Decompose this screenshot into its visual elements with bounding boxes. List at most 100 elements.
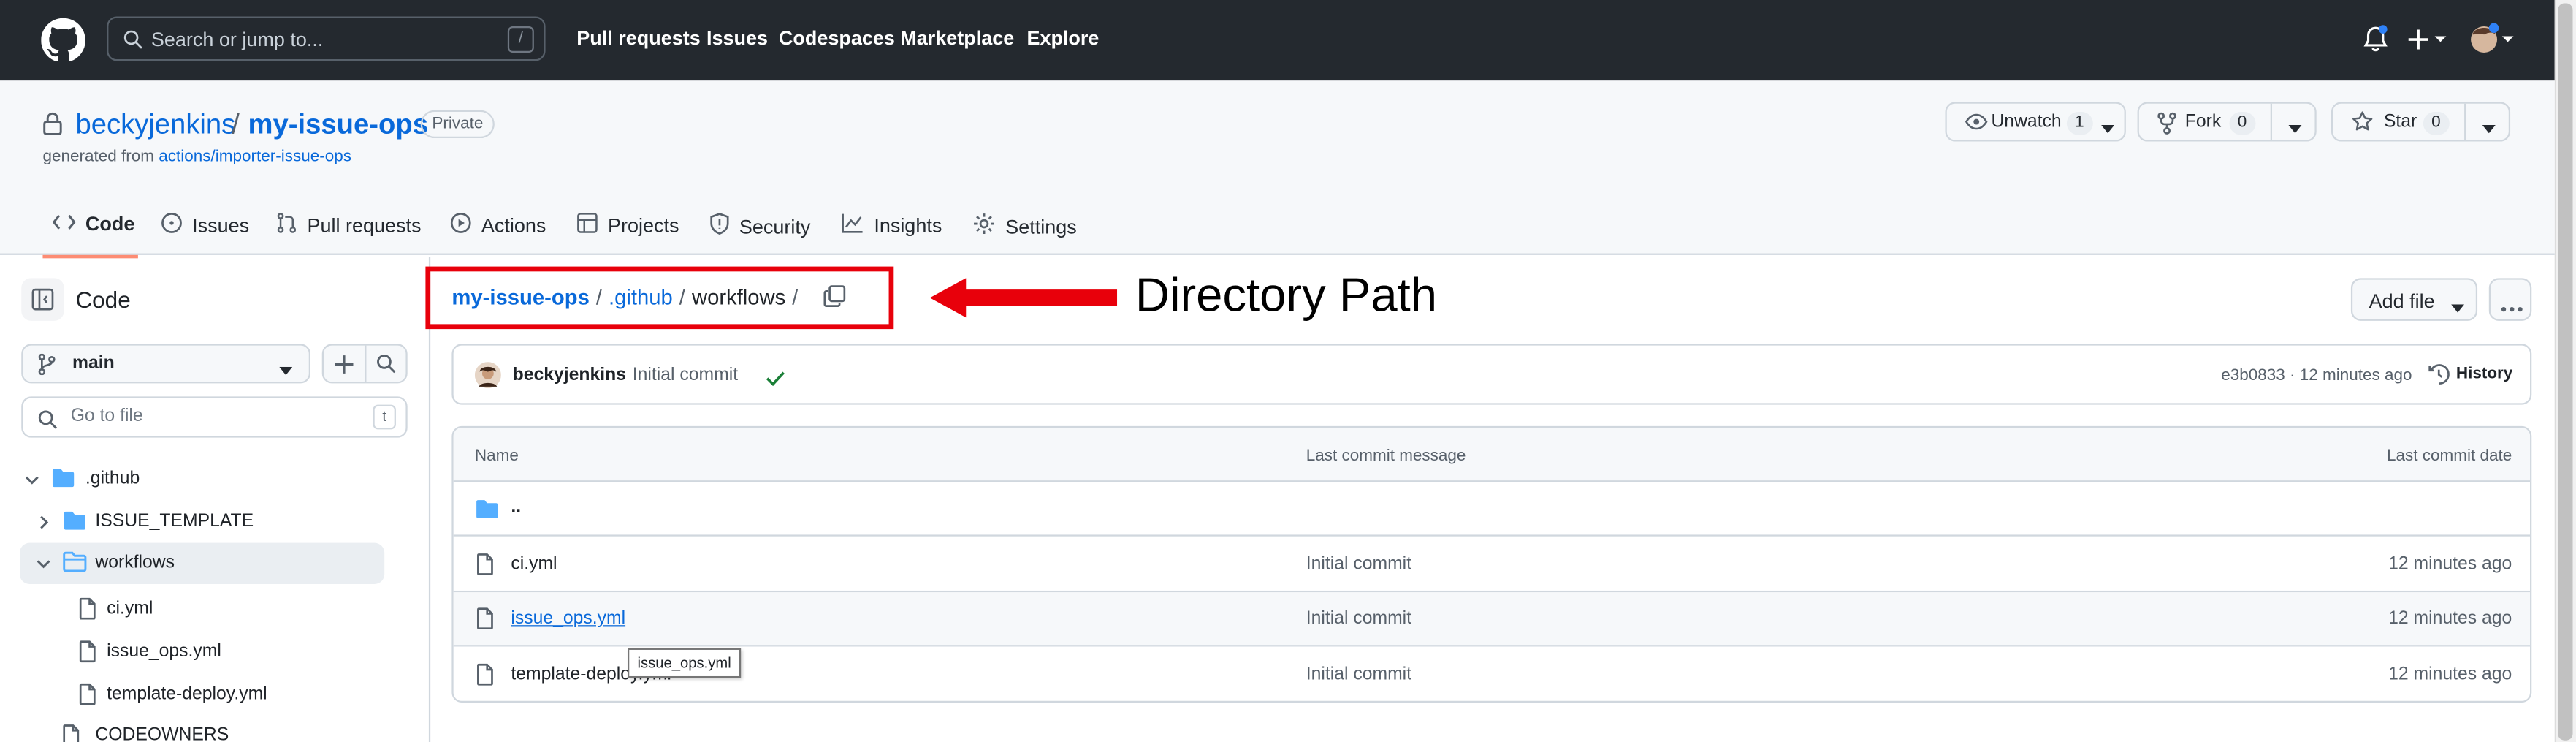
nav-issues[interactable]: Issues — [706, 26, 768, 50]
breadcrumb-github-link[interactable]: .github — [609, 284, 673, 309]
graph-icon — [841, 212, 864, 238]
unwatch-button[interactable]: Unwatch 1 — [1945, 102, 2126, 142]
user-avatar-menu[interactable] — [2468, 21, 2514, 58]
nav-explore[interactable]: Explore — [1026, 26, 1099, 50]
tree-item-workflows[interactable]: workflows — [19, 542, 385, 584]
file-commit-message[interactable]: Initial commit — [1306, 665, 1411, 684]
tab-projects[interactable]: Projects — [576, 212, 679, 238]
file-icon — [476, 663, 495, 694]
breadcrumb-repo-link[interactable]: my-issue-ops — [451, 284, 589, 309]
parent-directory-link[interactable]: .. — [511, 497, 521, 517]
tab-code[interactable]: Code — [52, 212, 134, 235]
chevron-down-icon — [36, 556, 50, 576]
split-divider — [2464, 103, 2466, 140]
shield-icon — [709, 212, 729, 240]
code-icon — [52, 212, 76, 235]
chevron-down-icon — [25, 472, 39, 492]
page-scrollbar-thumb[interactable] — [2558, 3, 2573, 741]
nav-marketplace[interactable]: Marketplace — [900, 26, 1014, 50]
breadcrumb-trailing-separator: / — [792, 284, 799, 310]
tab-label: Security — [739, 214, 811, 238]
tab-settings[interactable]: Settings — [972, 212, 1077, 240]
file-commit-date: 12 minutes ago — [2388, 665, 2512, 685]
kebab-horizontal-icon — [2501, 298, 2523, 317]
branch-selector[interactable]: main — [21, 344, 311, 384]
repo-owner-link[interactable]: beckyjenkins — [75, 109, 235, 142]
star-label: Star — [2383, 112, 2417, 132]
chevron-down-icon[interactable] — [2482, 118, 2496, 138]
branch-name: main — [72, 353, 115, 374]
chevron-down-icon — [279, 360, 293, 380]
go-to-file-input[interactable]: Go to file t — [21, 396, 408, 438]
commit-author-link[interactable]: beckyjenkins — [513, 366, 626, 385]
copy-path-icon[interactable] — [823, 284, 846, 316]
search-icon[interactable] — [376, 354, 396, 379]
create-new-plus-icon[interactable] — [2408, 26, 2448, 53]
file-icon — [79, 640, 97, 667]
table-row-parent-directory[interactable]: .. — [453, 482, 2531, 537]
tree-item-github[interactable]: .github — [20, 464, 397, 497]
breadcrumb: my-issue-ops / .github / workflows / — [451, 284, 798, 309]
tree-item-ci-yml[interactable]: ci.yml — [20, 594, 397, 626]
table-row[interactable]: template-deploy.yml Initial commit 12 mi… — [454, 646, 2530, 700]
tab-security[interactable]: Security — [709, 212, 810, 240]
tab-insights[interactable]: Insights — [841, 212, 942, 238]
add-file-button[interactable]: Add file — [2350, 278, 2478, 321]
file-icon — [476, 607, 495, 638]
tab-label: Issues — [192, 213, 250, 238]
issue-opened-icon — [161, 212, 182, 238]
file-commit-message[interactable]: Initial commit — [1306, 609, 1411, 629]
tab-label: Settings — [1005, 214, 1077, 238]
eye-icon — [1965, 112, 1988, 137]
tab-label: Insights — [874, 213, 942, 238]
watch-count: 1 — [2066, 112, 2092, 135]
file-commit-date: 12 minutes ago — [2388, 554, 2512, 575]
table-row[interactable]: issue_ops.yml Initial commit 12 minutes … — [453, 592, 2531, 647]
folder-open-icon — [62, 551, 87, 578]
visibility-badge: Private — [420, 110, 495, 139]
tree-item-codeowners[interactable]: CODEOWNERS — [20, 721, 397, 742]
template-repo-link[interactable]: actions/importer-issue-ops — [159, 148, 351, 167]
fork-count: 0 — [2229, 112, 2255, 135]
file-icon — [476, 553, 495, 584]
search-shortcut-key: / — [507, 26, 534, 53]
author-avatar[interactable] — [474, 362, 501, 396]
add-file-plus-icon[interactable] — [333, 354, 354, 380]
tree-item-template-deploy-yml[interactable]: template-deploy.yml — [20, 679, 397, 712]
table-row[interactable]: ci.yml Initial commit 12 minutes ago — [453, 537, 2531, 593]
tab-actions[interactable]: Actions — [450, 212, 546, 238]
file-name-link[interactable]: issue_ops.yml — [511, 609, 625, 629]
file-name-link[interactable]: ci.yml — [511, 554, 557, 574]
star-button[interactable]: Star 0 — [2331, 102, 2511, 142]
tab-pull-requests[interactable]: Pull requests — [276, 212, 422, 238]
tree-item-label: issue_ops.yml — [107, 641, 221, 662]
fork-button[interactable]: Fork 0 — [2137, 102, 2317, 142]
notifications-bell-icon[interactable] — [2363, 25, 2389, 55]
nav-codespaces[interactable]: Codespaces — [779, 26, 895, 50]
sidebar-collapse-icon — [31, 288, 54, 319]
chevron-down-icon[interactable] — [2288, 118, 2302, 138]
breadcrumb-current-dir: workflows — [691, 284, 786, 310]
tab-label: Actions — [481, 213, 546, 238]
sidebar-title: Code — [75, 286, 131, 313]
history-link[interactable]: History — [2456, 366, 2512, 384]
search-icon — [123, 28, 143, 58]
github-logo-icon[interactable] — [41, 18, 85, 63]
chevron-right-icon — [36, 515, 50, 534]
table-header-row: Name Last commit message Last commit dat… — [453, 428, 2531, 482]
commit-message-link[interactable]: Initial commit — [633, 366, 738, 385]
file-icon — [79, 683, 97, 711]
collapse-sidebar-button[interactable] — [21, 278, 64, 321]
repo-name-link[interactable]: my-issue-ops — [248, 109, 428, 142]
global-search-input[interactable]: Search or jump to... / — [107, 16, 546, 61]
commit-sha-and-time[interactable]: e3b0833 · 12 minutes ago — [2221, 367, 2412, 385]
tab-issues[interactable]: Issues — [161, 212, 249, 238]
nav-pull-requests[interactable]: Pull requests — [576, 26, 700, 50]
file-tree-sidebar: Code main Go to file t .github ISSUE_TEM… — [0, 257, 431, 742]
tree-item-issue-template[interactable]: ISSUE_TEMPLATE — [20, 507, 397, 540]
tree-item-issue-ops-yml[interactable]: issue_ops.yml — [20, 637, 397, 670]
unwatch-label: Unwatch — [1991, 112, 2062, 132]
tree-item-label: .github — [85, 469, 140, 489]
file-commit-message[interactable]: Initial commit — [1306, 554, 1411, 574]
more-options-button[interactable] — [2488, 278, 2532, 321]
